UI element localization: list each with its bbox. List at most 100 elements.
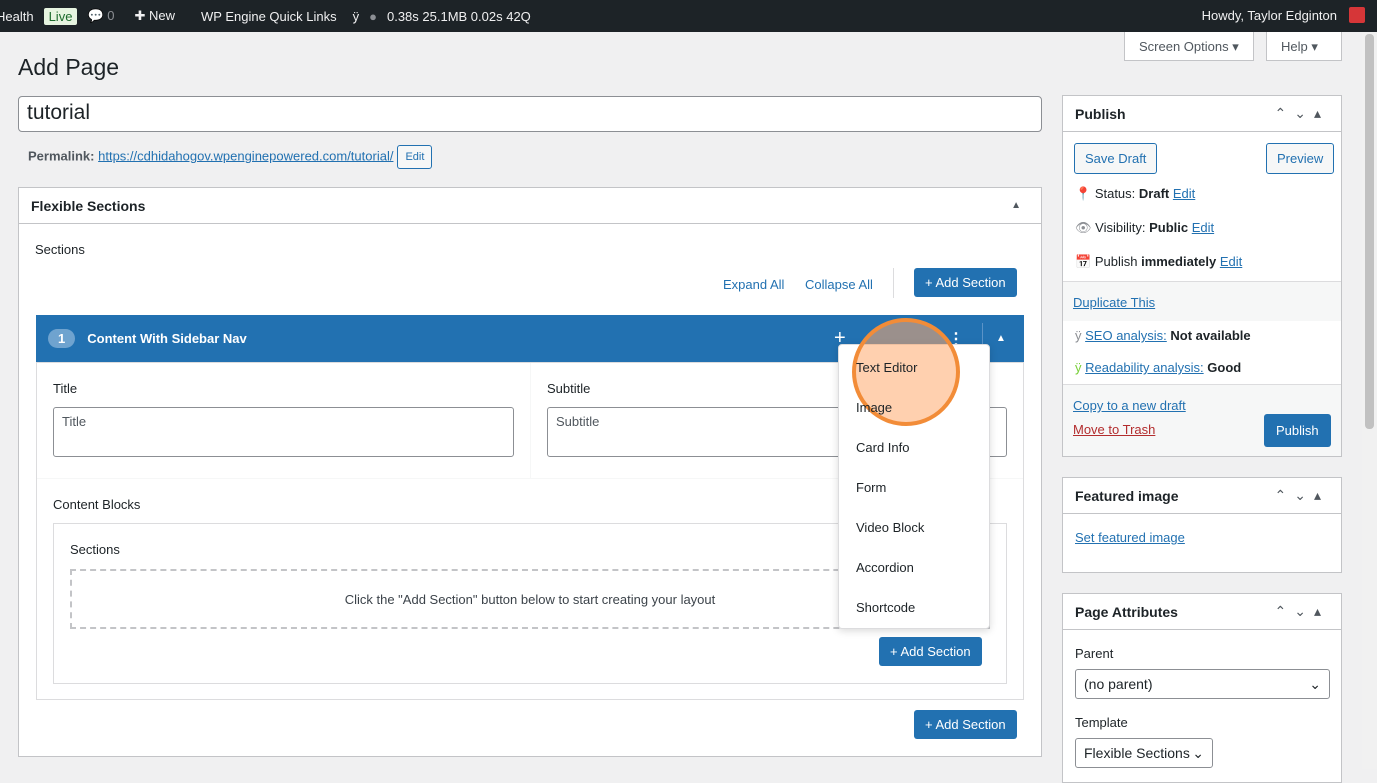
parent-select[interactable]: (no parent) ⌄ [1075, 669, 1330, 699]
chevron-down-icon: ⌄ [1309, 676, 1321, 692]
scrollbar[interactable] [1362, 32, 1377, 769]
move-controls-icon[interactable]: ⌃⌄▴ [1275, 603, 1330, 620]
yoast-readability-icon: ÿ [1075, 360, 1082, 375]
menu-item-shortcode[interactable]: Shortcode [856, 600, 915, 615]
collapse-icon[interactable]: ▲ [1011, 200, 1029, 211]
permalink-label: Permalink: [28, 148, 95, 164]
move-controls-icon[interactable]: ⌃⌄▴ [1275, 487, 1330, 504]
menu-item-form[interactable]: Form [856, 480, 886, 495]
edit-schedule-link[interactable]: Edit [1220, 254, 1242, 269]
move-controls-icon[interactable]: ⌃⌄▴ [1275, 105, 1330, 122]
featured-title: Featured image [1075, 487, 1179, 504]
readability-row: ÿ Readability analysis: Good [1075, 360, 1241, 375]
subtitle-label: Subtitle [547, 381, 591, 396]
move-to-trash-link[interactable]: Move to Trash [1073, 422, 1155, 437]
copy-draft-link[interactable]: Copy to a new draft [1073, 398, 1186, 413]
visibility-label: Visibility: [1095, 220, 1146, 235]
scrollbar-thumb[interactable] [1365, 34, 1374, 429]
seo-value: Not available [1170, 328, 1251, 343]
pin-icon: 📍 [1075, 186, 1092, 201]
status-label: Status: [1094, 186, 1136, 201]
publish-title: Publish [1075, 105, 1126, 122]
add-section-button-bottom[interactable]: + Add Section [914, 710, 1017, 739]
content-blocks-label: Content Blocks [53, 497, 141, 512]
query-stats[interactable]: 0.38s 25.1MB 0.02s 42Q [387, 9, 531, 24]
readability-value: Good [1207, 360, 1242, 375]
seo-row: ÿ SEO analysis: Not available [1075, 328, 1251, 343]
chevron-down-icon: ⌄ [1192, 745, 1204, 761]
publish-box: Publish ⌃⌄▴ Save Draft Preview 📍 Status: … [1062, 95, 1342, 457]
menu-item-accordion[interactable]: Accordion [856, 560, 914, 575]
user-greeting[interactable]: Howdy, Taylor Edginton [1202, 8, 1337, 23]
visibility-row: 👁 Visibility: Public Edit [1075, 220, 1214, 236]
featured-image-box: Featured image ⌃⌄▴ Set featured image [1062, 477, 1342, 573]
comment-count: 0 [107, 8, 115, 23]
menu-item-image[interactable]: Image [856, 400, 892, 415]
section-title-input[interactable]: Title [53, 407, 514, 457]
featured-header: Featured image ⌃⌄▴ [1063, 478, 1341, 514]
yoast-seo-icon: ÿ [1075, 328, 1082, 343]
page-attributes-box: Page Attributes ⌃⌄▴ Parent (no parent) ⌄ T… [1062, 593, 1342, 783]
new-label: New [149, 8, 176, 23]
permalink: Permalink: https://cdhidahogov.wpenginep… [28, 145, 433, 169]
page-title: Add Page [18, 54, 120, 80]
collapse-section-icon[interactable]: ▲ [996, 333, 1006, 344]
duplicate-link[interactable]: Duplicate This [1073, 295, 1155, 310]
duplicate-area: Duplicate This [1063, 281, 1341, 321]
comments-icon[interactable]: 💬 0 [87, 8, 124, 24]
admin-bar: Health Live 💬 0 ✚ New WP Engine Quick Li… [0, 0, 1377, 32]
title-label: Title [53, 381, 78, 396]
collapse-all-link[interactable]: Collapse All [805, 277, 873, 292]
quick-links[interactable]: WP Engine Quick Links [201, 9, 337, 24]
status-value: Draft [1138, 186, 1170, 201]
publish-label: Publish [1094, 254, 1138, 269]
permalink-link[interactable]: https://cdhidahogov.wpenginepowered.com/… [98, 148, 393, 163]
menu-item-video-block[interactable]: Video Block [856, 520, 924, 535]
attributes-header: Page Attributes ⌃⌄▴ [1063, 594, 1341, 630]
title-input[interactable]: tutorial [18, 96, 1042, 132]
template-value: Flexible Sections [1084, 745, 1190, 761]
screen-options-button[interactable]: Screen Options ▾ [1124, 32, 1254, 61]
add-section-button-top[interactable]: + Add Section [914, 268, 1017, 297]
publish-when: immediately [1141, 254, 1217, 269]
avatar[interactable] [1349, 7, 1365, 23]
calendar-icon: 📅 [1075, 254, 1092, 269]
status-dot-icon: ● [369, 8, 377, 24]
major-actions: Copy to a new draft Move to Trash Publis… [1063, 384, 1341, 456]
template-label: Template [1075, 715, 1128, 730]
flex-title: Flexible Sections [31, 197, 146, 214]
publish-header: Publish ⌃⌄▴ [1063, 96, 1341, 132]
site-health[interactable]: Health [0, 9, 34, 24]
readability-link[interactable]: Readability analysis: [1085, 360, 1204, 375]
status-row: 📍 Status: Draft Edit [1075, 186, 1195, 202]
attributes-title: Page Attributes [1075, 603, 1178, 620]
parent-label: Parent [1075, 646, 1114, 661]
live-badge[interactable]: Live [43, 7, 78, 25]
publish-button[interactable]: Publish [1264, 414, 1331, 447]
schedule-row: 📅 Publish immediately Edit [1075, 254, 1242, 270]
parent-value: (no parent) [1084, 676, 1153, 692]
edit-status-link[interactable]: Edit [1173, 186, 1195, 201]
section-name: Content With Sidebar Nav [87, 331, 247, 346]
visibility-value: Public [1149, 220, 1189, 235]
preview-button[interactable]: Preview [1266, 143, 1335, 174]
edit-visibility-link[interactable]: Edit [1192, 220, 1214, 235]
sections-label: Sections [35, 242, 85, 257]
section-number: 1 [48, 329, 76, 348]
add-section-button-inner[interactable]: + Add Section [879, 637, 982, 666]
inner-sections-label: Sections [70, 542, 120, 557]
new-menu[interactable]: ✚ New [134, 8, 185, 24]
seo-link[interactable]: SEO analysis: [1085, 328, 1167, 343]
divider [893, 268, 894, 298]
set-featured-image-link[interactable]: Set featured image [1075, 530, 1185, 545]
menu-item-card-info[interactable]: Card Info [856, 440, 909, 455]
flex-header: Flexible Sections ▲ [19, 188, 1041, 224]
help-button[interactable]: Help ▾ [1266, 32, 1342, 61]
menu-item-text-editor[interactable]: Text Editor [856, 360, 917, 375]
yoast-icon[interactable]: ÿ [353, 9, 360, 24]
expand-all-link[interactable]: Expand All [723, 277, 784, 292]
template-select[interactable]: Flexible Sections ⌄ [1075, 738, 1213, 768]
save-draft-button[interactable]: Save Draft [1074, 143, 1158, 174]
permalink-edit-button[interactable]: Edit [397, 145, 433, 169]
eye-icon: 👁 [1075, 220, 1092, 235]
